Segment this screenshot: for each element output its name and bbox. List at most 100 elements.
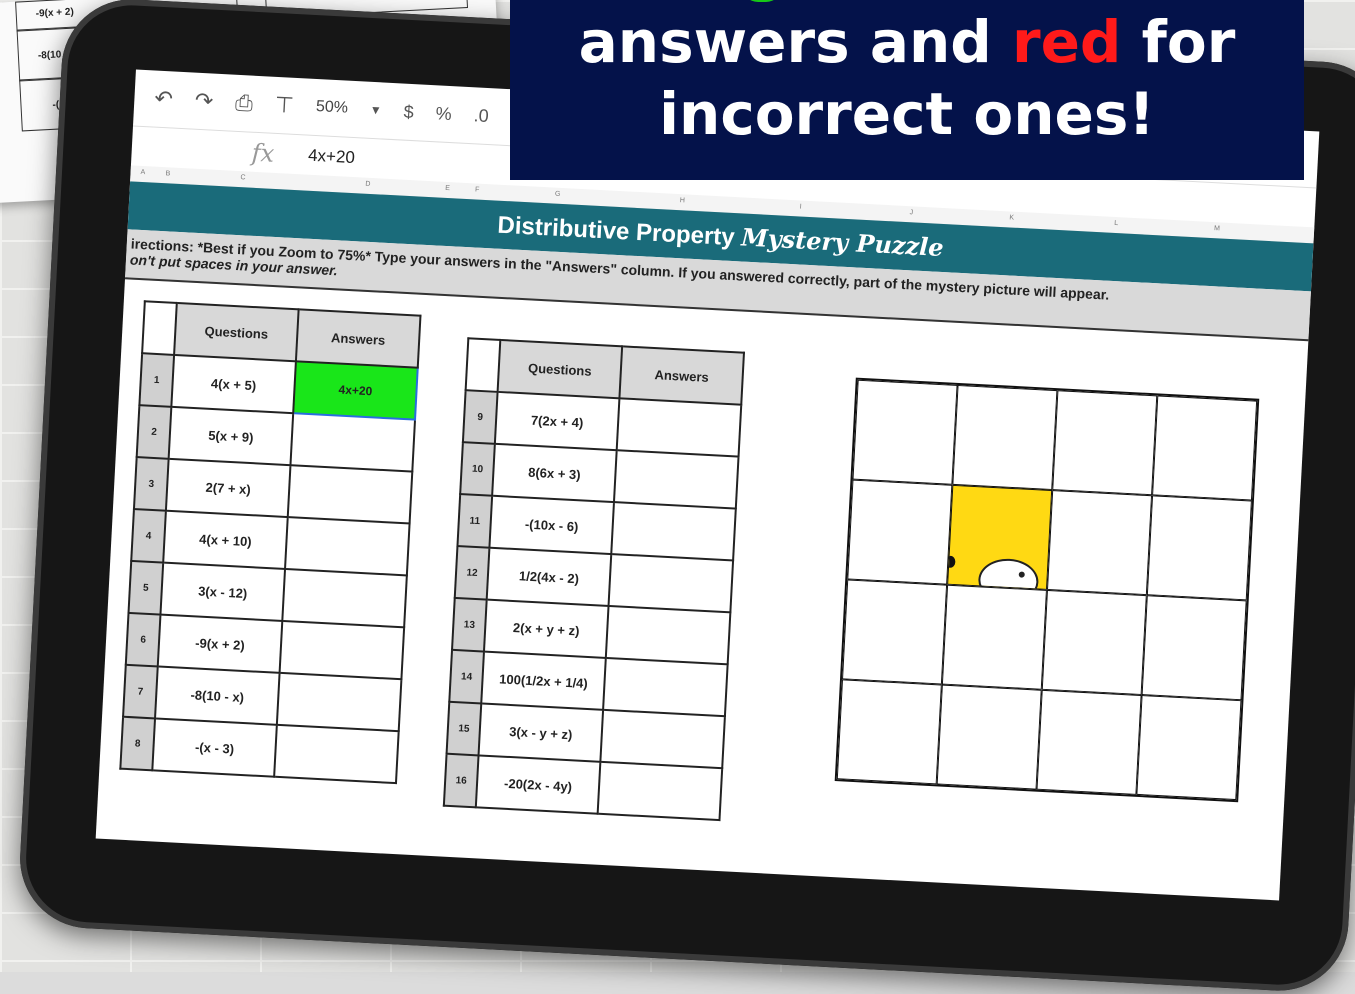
mystery-cell xyxy=(1046,490,1153,596)
mystery-cell xyxy=(941,584,1047,690)
row-number: 14 xyxy=(449,649,484,704)
answers-header: Answers xyxy=(619,346,744,405)
print-icon[interactable]: ⎙ xyxy=(235,90,254,117)
row-number: 12 xyxy=(454,545,490,600)
question-cell: 5(x + 9) xyxy=(168,406,294,466)
question-cell: 2(x + y + z) xyxy=(483,599,609,658)
row-number: 5 xyxy=(128,560,164,615)
mystery-cell xyxy=(847,479,953,585)
column-header[interactable]: H xyxy=(680,197,685,204)
questions-table-2: Questions Answers 9 7(2x + 4) 10 8(6x + … xyxy=(443,337,745,821)
picture-detail xyxy=(947,555,956,569)
answer-cell[interactable] xyxy=(282,569,407,628)
questions-header: Questions xyxy=(497,339,623,399)
row-number: 13 xyxy=(452,597,487,652)
question-cell: 7(2x + 4) xyxy=(494,391,620,451)
headline-text: answers and xyxy=(578,8,1012,76)
question-cell: 4(x + 5) xyxy=(171,354,296,414)
question-cell: 2(7 + x) xyxy=(165,458,291,518)
picture-hamster xyxy=(977,557,1040,590)
question-cell: 3(x - y + z) xyxy=(478,703,604,762)
currency-button[interactable]: $ xyxy=(403,101,414,122)
answers-header: Answers xyxy=(295,309,421,368)
mystery-cell xyxy=(1052,390,1158,496)
row-number: 3 xyxy=(133,457,169,511)
question-cell: -(x - 3) xyxy=(152,718,277,777)
answer-cell[interactable] xyxy=(600,709,725,769)
answer-cell[interactable] xyxy=(276,672,402,732)
answer-cell[interactable] xyxy=(285,517,410,576)
spreadsheet-screen: ↶ ↷ ⎙ ⊤ 50% ▼ $ % .0 fx 4x+20 A B C D E … xyxy=(95,69,1320,901)
mystery-cell-revealed xyxy=(947,484,1053,590)
answer-cell[interactable] xyxy=(613,450,739,509)
answer-cell[interactable] xyxy=(279,620,405,680)
sheet-title-script: Mystery Puzzle xyxy=(740,222,945,263)
answer-cell[interactable] xyxy=(605,605,731,665)
column-header[interactable]: D xyxy=(365,181,370,188)
question-cell: 4(x + 10) xyxy=(163,510,288,570)
column-header[interactable]: K xyxy=(1009,214,1014,221)
row-number: 7 xyxy=(123,664,158,719)
percent-button[interactable]: % xyxy=(435,103,452,125)
questions-header: Questions xyxy=(174,302,299,362)
redo-icon[interactable]: ↷ xyxy=(194,88,214,115)
mystery-cell xyxy=(1136,695,1242,801)
mystery-cell xyxy=(852,379,958,485)
mystery-cell xyxy=(952,384,1058,491)
question-cell: 1/2(4x - 2) xyxy=(486,547,612,606)
zoom-select[interactable]: 50% xyxy=(315,98,348,118)
paint-format-icon[interactable]: ⊤ xyxy=(274,92,294,119)
column-header[interactable]: E xyxy=(445,185,450,192)
question-cell: -9(x + 2) xyxy=(157,614,283,673)
mystery-cell xyxy=(1141,595,1247,701)
undo-icon[interactable]: ↶ xyxy=(154,86,174,113)
column-header[interactable]: M xyxy=(1214,225,1220,232)
row-number: 15 xyxy=(446,701,482,756)
answer-cell[interactable] xyxy=(290,413,416,472)
column-header[interactable]: B xyxy=(165,170,170,177)
headline-text: for xyxy=(1121,8,1236,76)
headline-line-2: incorrect ones! xyxy=(659,80,1155,148)
answer-cell[interactable] xyxy=(611,502,736,561)
headline-banner: answers and red for incorrect ones! xyxy=(510,0,1304,180)
mystery-cell xyxy=(1146,495,1252,601)
question-cell: 8(6x + 3) xyxy=(492,443,617,503)
chevron-down-icon[interactable]: ▼ xyxy=(369,103,382,118)
column-header[interactable]: A xyxy=(140,169,145,176)
column-header[interactable]: I xyxy=(799,203,801,210)
column-header[interactable]: J xyxy=(909,209,913,216)
mystery-cell xyxy=(936,684,1042,790)
formula-input[interactable]: 4x+20 xyxy=(308,146,356,168)
question-cell: -8(10 - x) xyxy=(155,666,280,725)
row-number: 6 xyxy=(125,612,161,667)
question-cell: -(10x - 6) xyxy=(489,495,614,555)
column-header[interactable]: L xyxy=(1114,220,1118,227)
row-number: 9 xyxy=(462,390,498,444)
fx-icon: fx xyxy=(251,138,275,168)
row-number: 4 xyxy=(131,509,166,563)
question-cell: -20(2x - 4y) xyxy=(475,755,601,814)
answer-cell[interactable] xyxy=(603,657,728,717)
column-header[interactable]: C xyxy=(240,174,245,181)
column-header[interactable]: G xyxy=(555,191,561,198)
mystery-cell xyxy=(842,579,948,685)
answer-cell[interactable] xyxy=(274,724,399,784)
mystery-cell xyxy=(1036,689,1142,795)
questions-table-1: Questions Answers 1 4(x + 5) 4x+20 2 5(x… xyxy=(119,300,421,784)
row-number: 10 xyxy=(460,442,495,496)
row-number: 1 xyxy=(139,353,175,407)
mystery-cell xyxy=(1041,589,1147,696)
answer-cell[interactable]: 4x+20 xyxy=(293,361,418,420)
answer-cell[interactable] xyxy=(287,465,413,524)
headline-line-1: answers and red for xyxy=(510,6,1304,78)
answer-cell[interactable] xyxy=(608,554,734,613)
sheet-title: Distributive Property xyxy=(496,211,736,252)
answer-cell[interactable] xyxy=(597,761,723,821)
row-number: 8 xyxy=(120,716,156,771)
row-number: 11 xyxy=(457,494,493,548)
column-header[interactable]: F xyxy=(475,186,480,193)
decimal-button[interactable]: .0 xyxy=(473,105,489,127)
headline-red-word: red xyxy=(1011,8,1122,76)
mystery-cell xyxy=(836,679,942,785)
answer-cell[interactable] xyxy=(616,398,742,457)
